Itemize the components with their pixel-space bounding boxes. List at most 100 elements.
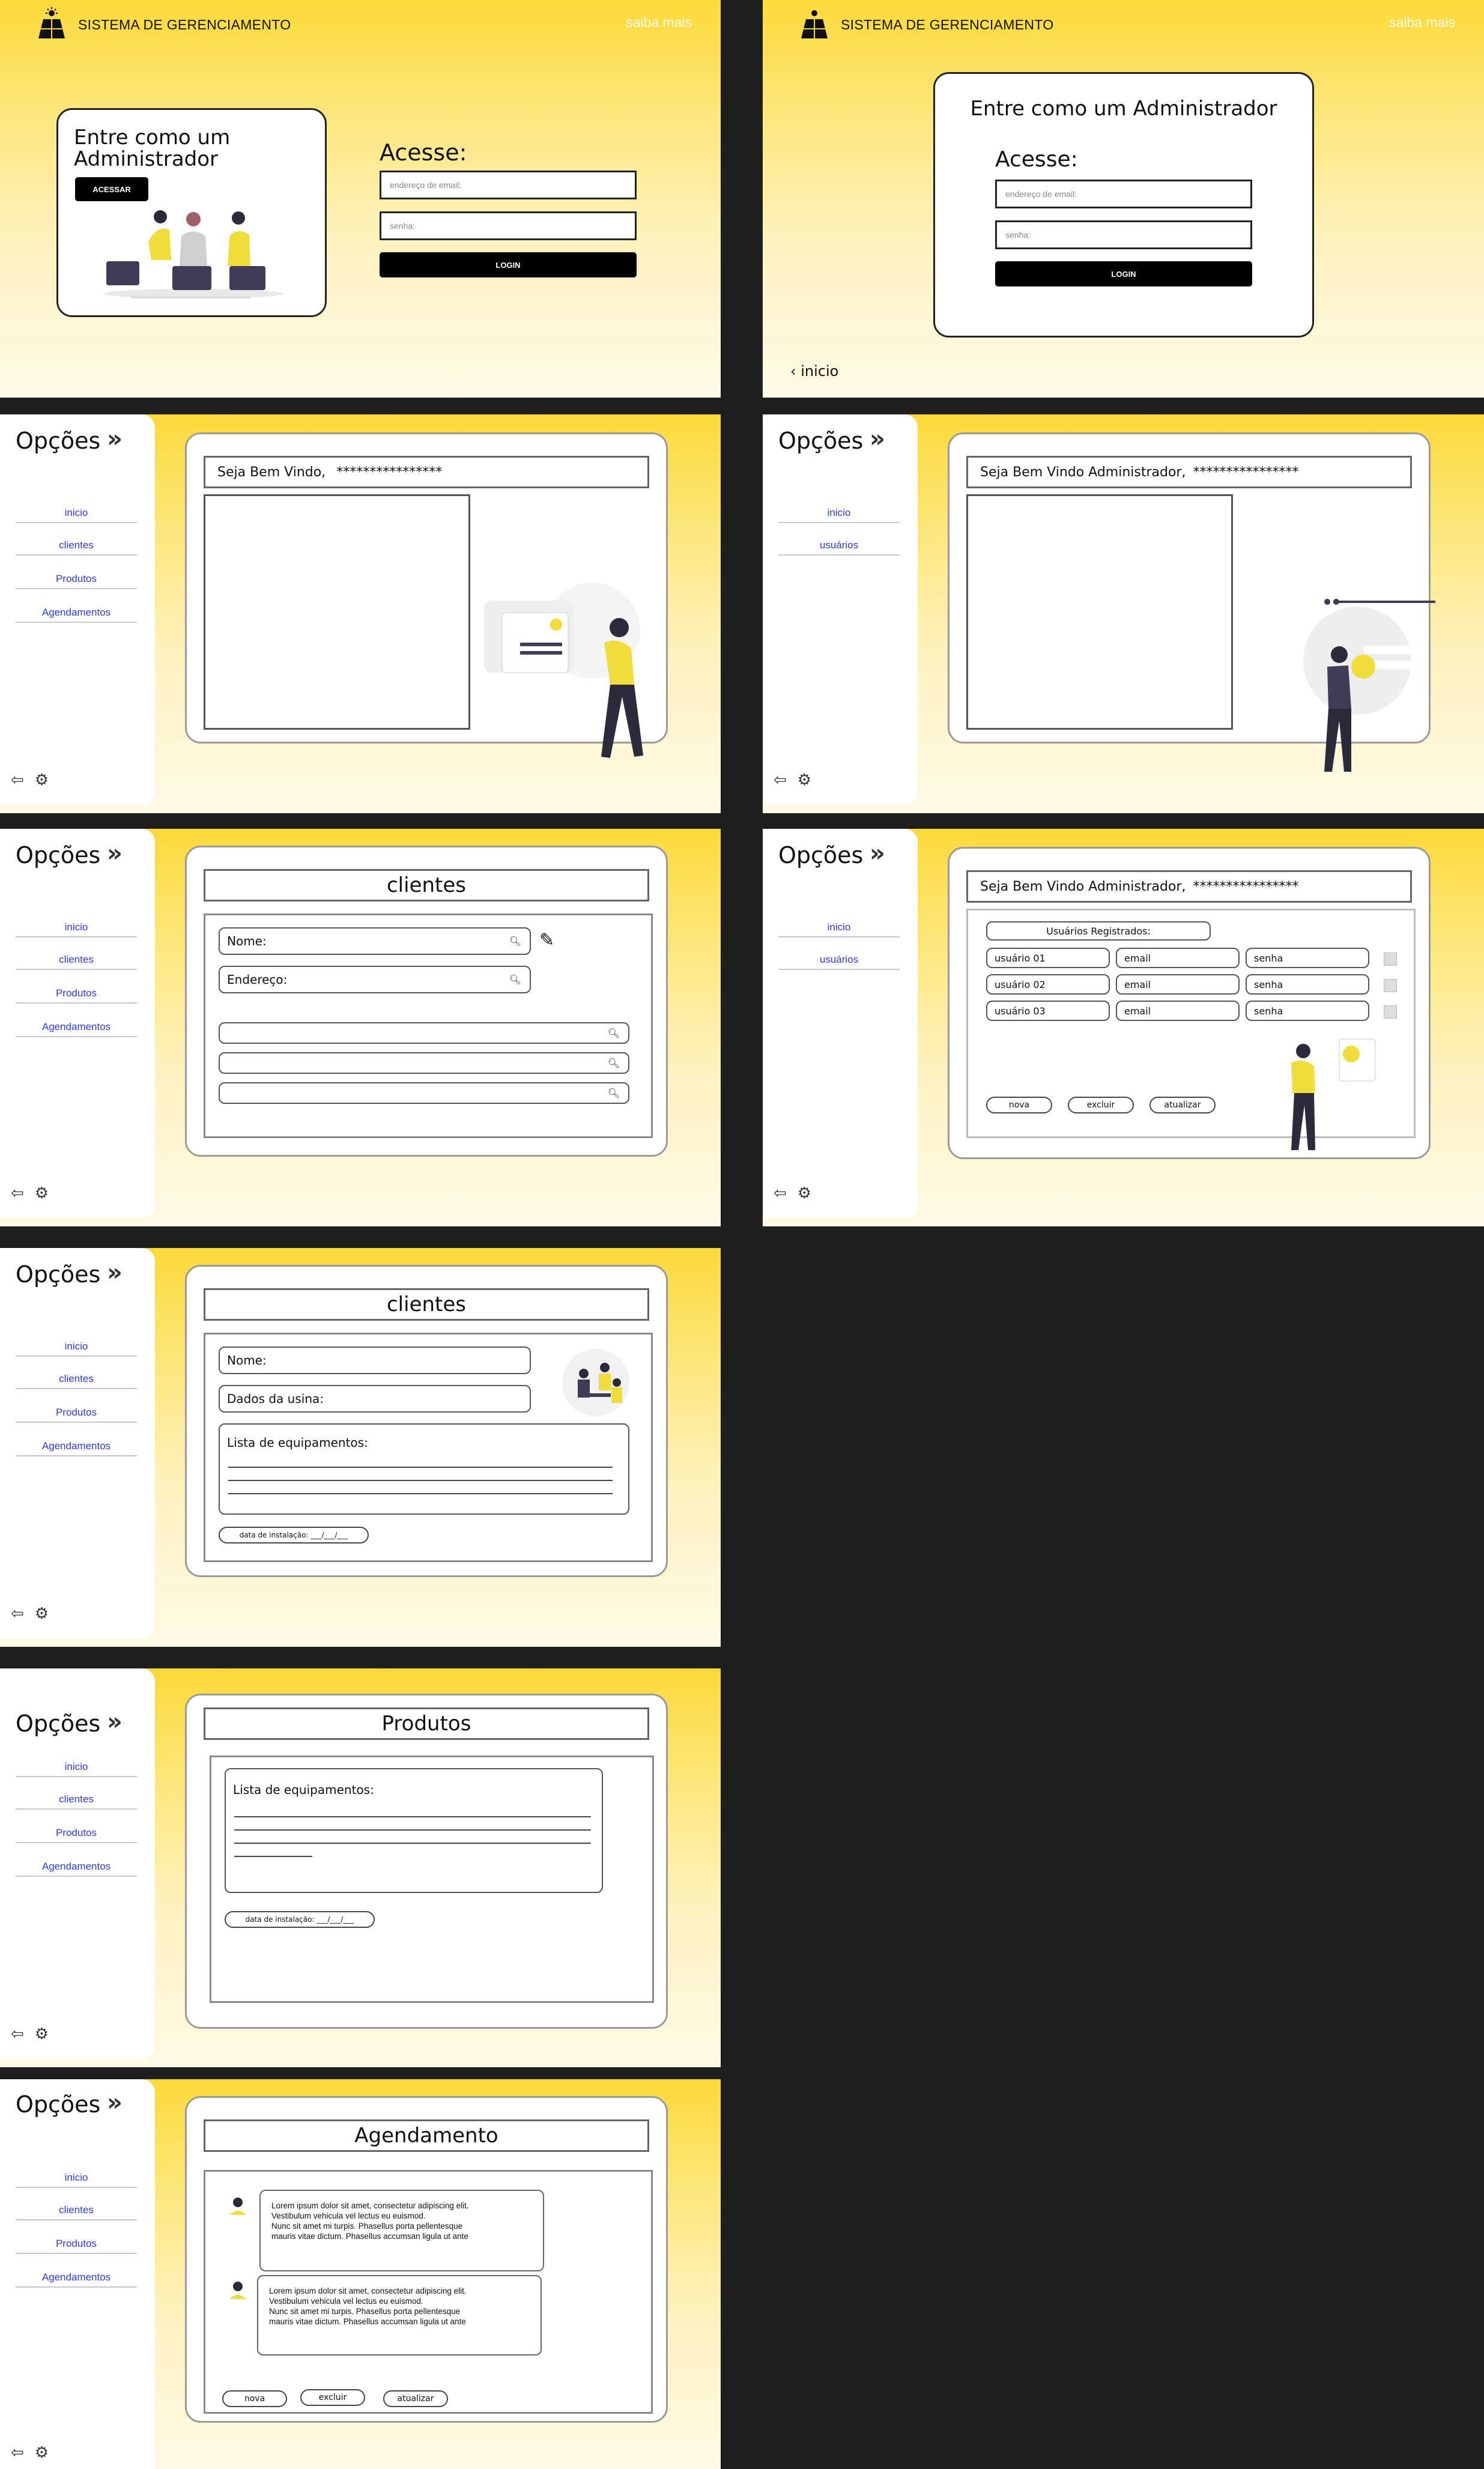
password-field[interactable]: senha: bbox=[995, 220, 1252, 249]
gear-icon[interactable]: ⚙ bbox=[35, 1605, 49, 1623]
gear-icon[interactable]: ⚙ bbox=[35, 2025, 49, 2043]
login-button[interactable]: LOGIN bbox=[380, 252, 637, 277]
password-field[interactable]: senha: bbox=[380, 211, 637, 240]
logout-icon[interactable]: ⇦ bbox=[11, 2444, 24, 2462]
app-title: SISTEMA DE GERENCIAMENTO bbox=[841, 17, 1054, 32]
chevron-left-icon: ‹ bbox=[790, 363, 796, 380]
admin-login-card: Entre como um Administrador Acesse: ende… bbox=[933, 72, 1314, 338]
woman-illustration bbox=[484, 583, 643, 758]
page-title: clientes bbox=[204, 1288, 649, 1321]
logout-icon[interactable]: ⇦ bbox=[11, 1605, 24, 1623]
sidebar-item-agendamentos[interactable]: Agendamentos bbox=[16, 1440, 137, 1456]
chevrons-right-icon[interactable]: » bbox=[870, 840, 885, 867]
row-select-checkbox[interactable] bbox=[1384, 979, 1397, 992]
logout-icon[interactable]: ⇦ bbox=[11, 771, 24, 789]
access-button[interactable]: ACESSAR bbox=[75, 177, 148, 201]
sidebar-item-clientes[interactable]: clientes bbox=[16, 954, 137, 970]
sidebar-item-produtos[interactable]: Produtos bbox=[16, 573, 137, 589]
email-field[interactable]: endereço de email: bbox=[380, 171, 637, 199]
sidebar-item-agendamentos[interactable]: Agendamentos bbox=[16, 607, 137, 623]
delete-button[interactable]: excluir bbox=[1068, 1097, 1134, 1113]
address-search-field[interactable]: Endereço: 🔍︎ bbox=[219, 966, 531, 993]
sidebar-item-inicio[interactable]: inicio bbox=[16, 507, 137, 523]
logout-icon[interactable]: ⇦ bbox=[11, 1184, 24, 1202]
equipment-list-field[interactable]: Lista de equipamentos: bbox=[225, 1768, 603, 1893]
sidebar-item-inicio[interactable]: inicio bbox=[16, 2172, 137, 2188]
sidebar-item-produtos[interactable]: Produtos bbox=[16, 1827, 137, 1843]
learn-more-link[interactable]: saiba mais bbox=[1389, 14, 1455, 31]
chevrons-right-icon[interactable]: » bbox=[107, 1259, 123, 1286]
result-search-field[interactable]: 🔍︎ bbox=[219, 1052, 629, 1074]
sidebar-item-clientes[interactable]: clientes bbox=[16, 539, 137, 556]
learn-more-link[interactable]: saiba mais bbox=[626, 14, 692, 31]
sidebar-item-agendamentos[interactable]: Agendamentos bbox=[16, 2271, 137, 2288]
search-icon[interactable]: 🔍︎ bbox=[608, 1058, 620, 1069]
new-button[interactable]: nova bbox=[222, 2390, 287, 2407]
sidebar-item-inicio[interactable]: inicio bbox=[778, 921, 900, 938]
sidebar-item-produtos[interactable]: Produtos bbox=[16, 1407, 137, 1423]
sidebar-item-clientes[interactable]: clientes bbox=[16, 1793, 137, 1810]
search-icon[interactable]: 🔍︎ bbox=[509, 974, 521, 986]
email-field[interactable]: endereço de email: bbox=[995, 180, 1252, 208]
chevrons-right-icon[interactable]: » bbox=[107, 1708, 123, 1736]
gear-icon[interactable]: ⚙ bbox=[35, 2444, 49, 2462]
login-button[interactable]: LOGIN bbox=[995, 261, 1252, 286]
new-button[interactable]: nova bbox=[986, 1097, 1052, 1113]
sidebar-item-produtos[interactable]: Produtos bbox=[16, 2238, 137, 2254]
user-password-cell[interactable]: senha bbox=[1246, 948, 1369, 968]
gear-icon[interactable]: ⚙ bbox=[35, 1184, 49, 1202]
sidebar-item-inicio[interactable]: inicio bbox=[16, 1341, 137, 1357]
update-button[interactable]: atualizar bbox=[1149, 1097, 1216, 1113]
sidebar-item-agendamentos[interactable]: Agendamentos bbox=[16, 1861, 137, 1877]
chevrons-right-icon[interactable]: » bbox=[870, 425, 885, 453]
sidebar-item-produtos[interactable]: Produtos bbox=[16, 987, 137, 1004]
row-select-checkbox[interactable] bbox=[1384, 1005, 1397, 1019]
user-email-cell[interactable]: email bbox=[1116, 1001, 1240, 1021]
sidebar-item-clientes[interactable]: clientes bbox=[16, 1373, 137, 1389]
logout-icon[interactable]: ⇦ bbox=[11, 2025, 24, 2043]
sidebar-item-inicio[interactable]: inicio bbox=[778, 507, 900, 523]
search-icon[interactable]: 🔍︎ bbox=[509, 936, 521, 947]
sidebar-item-clientes[interactable]: clientes bbox=[16, 2204, 137, 2220]
user-name-cell[interactable]: usuário 01 bbox=[986, 948, 1110, 968]
user-email-cell[interactable]: email bbox=[1116, 974, 1240, 995]
gear-icon[interactable]: ⚙ bbox=[35, 771, 49, 789]
admin-card-title: Entre como um Administrador bbox=[970, 97, 1277, 121]
back-to-home-link[interactable]: ‹ inicio bbox=[790, 363, 838, 380]
sidebar-item-inicio[interactable]: inicio bbox=[16, 1761, 137, 1777]
logout-icon[interactable]: ⇦ bbox=[774, 771, 787, 789]
install-date-field[interactable]: data de instalação: ___/___/___ bbox=[225, 1911, 375, 1928]
search-icon[interactable]: 🔍︎ bbox=[608, 1028, 620, 1039]
update-button[interactable]: atualizar bbox=[383, 2390, 448, 2407]
equipment-list-field[interactable]: Lista de equipamentos: bbox=[219, 1423, 629, 1515]
install-date-field[interactable]: data de instalação: ___/___/___ bbox=[219, 1527, 369, 1544]
chevrons-right-icon[interactable]: » bbox=[107, 425, 123, 453]
user-email-cell[interactable]: email bbox=[1116, 948, 1240, 968]
main-panel: Agendamento Lorem ipsum dolor sit amet, … bbox=[185, 2096, 668, 2423]
user-password-cell[interactable]: senha bbox=[1246, 1001, 1369, 1021]
sidebar-item-agendamentos[interactable]: Agendamentos bbox=[16, 1021, 137, 1037]
chevrons-right-icon[interactable]: » bbox=[107, 840, 123, 867]
edit-icon[interactable]: ✎ bbox=[539, 930, 554, 951]
sidebar: Opções » inicio clientes Produtos Agenda… bbox=[0, 414, 155, 805]
equipment-list-label: Lista de equipamentos: bbox=[233, 1783, 374, 1797]
user-password-cell[interactable]: senha bbox=[1246, 974, 1369, 995]
search-icon[interactable]: 🔍︎ bbox=[608, 1088, 620, 1099]
user-name-cell[interactable]: usuário 02 bbox=[986, 974, 1110, 995]
clientes-form-screen: Opções » inicio clientes Produtos Agenda… bbox=[0, 1248, 721, 1647]
gear-icon[interactable]: ⚙ bbox=[798, 771, 811, 789]
name-search-field[interactable]: Nome: 🔍︎ bbox=[219, 927, 531, 955]
sidebar-item-usuarios[interactable]: usuários bbox=[778, 539, 900, 556]
logout-icon[interactable]: ⇦ bbox=[774, 1184, 787, 1202]
chevrons-right-icon[interactable]: » bbox=[107, 2089, 123, 2116]
delete-button[interactable]: excluir bbox=[300, 2389, 365, 2406]
sidebar-item-inicio[interactable]: inicio bbox=[16, 921, 137, 938]
result-search-field[interactable]: 🔍︎ bbox=[219, 1022, 629, 1044]
name-field[interactable]: Nome: bbox=[219, 1347, 531, 1374]
row-select-checkbox[interactable] bbox=[1384, 953, 1397, 966]
sidebar-item-usuarios[interactable]: usuários bbox=[778, 954, 900, 970]
gear-icon[interactable]: ⚙ bbox=[798, 1184, 811, 1202]
user-name-cell[interactable]: usuário 03 bbox=[986, 1001, 1110, 1021]
result-search-field[interactable]: 🔍︎ bbox=[219, 1082, 629, 1104]
plant-data-field[interactable]: Dados da usina: bbox=[219, 1385, 531, 1413]
